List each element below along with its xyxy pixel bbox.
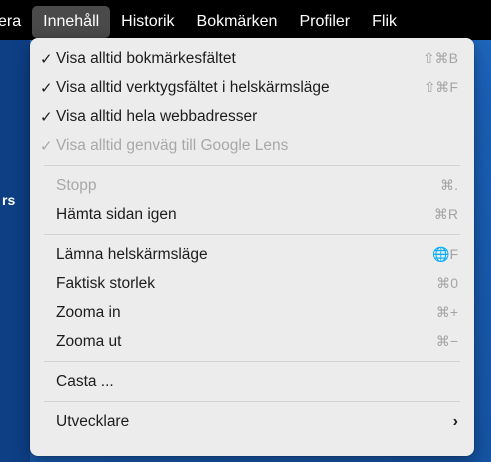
menu-item-cast[interactable]: Casta ... [30, 367, 474, 396]
menubar-item-bokmarken[interactable]: Bokmärken [186, 6, 289, 38]
menubar-item-historik[interactable]: Historik [110, 6, 185, 38]
menubar-item-partial[interactable]: era [0, 6, 32, 38]
shortcut-label: ⌘R [433, 206, 458, 222]
menu-item-zoom-in[interactable]: Zooma in ⌘+ [30, 298, 474, 327]
menu-item-developer[interactable]: Utvecklare › [30, 407, 474, 436]
shortcut-label: ⌘+ [435, 304, 458, 320]
menu-item-label: Visa alltid verktygsfältet i helskärmslä… [56, 78, 330, 96]
menu-item-label: Stopp [56, 176, 97, 194]
menu-item-label: Visa alltid bokmärkesfältet [56, 49, 236, 67]
menubar-item-profiler[interactable]: Profiler [288, 6, 361, 38]
menu-item-show-bookmarks-bar[interactable]: ✓ Visa alltid bokmärkesfältet ⇧⌘B [30, 44, 474, 73]
chevron-right-icon: › [452, 412, 458, 430]
shortcut-label: ⌘− [435, 333, 458, 349]
checkmark-icon: ✓ [40, 108, 53, 126]
shortcut-label: ⌘. [440, 177, 458, 193]
checkmark-icon: ✓ [40, 137, 53, 155]
backdrop-peek-text: rs [2, 192, 16, 208]
menu-item-show-toolbar-fullscreen[interactable]: ✓ Visa alltid verktygsfältet i helskärms… [30, 73, 474, 102]
menu-item-label: Visa alltid genväg till Google Lens [56, 136, 289, 154]
menu-item-label: Visa alltid hela webbadresser [56, 107, 258, 125]
menu-item-zoom-out[interactable]: Zooma ut ⌘− [30, 327, 474, 356]
menu-separator [44, 401, 460, 402]
menu-separator [44, 361, 460, 362]
menu-item-actual-size[interactable]: Faktisk storlek ⌘0 [30, 269, 474, 298]
menu-item-label: Zooma ut [56, 332, 122, 350]
shortcut-label: 🌐F [432, 246, 458, 262]
shortcut-label: ⇧⌘B [422, 50, 458, 66]
menu-item-label: Utvecklare [56, 412, 130, 430]
menu-separator [44, 165, 460, 166]
view-dropdown-menu: ✓ Visa alltid bokmärkesfältet ⇧⌘B ✓ Visa… [30, 38, 474, 456]
menu-item-show-google-lens: ✓ Visa alltid genväg till Google Lens [30, 131, 474, 160]
menu-item-exit-fullscreen[interactable]: Lämna helskärmsläge 🌐F [30, 240, 474, 269]
menu-item-stop: Stopp ⌘. [30, 171, 474, 200]
menu-bar: era Innehåll Historik Bokmärken Profiler… [0, 4, 491, 40]
menu-item-show-full-urls[interactable]: ✓ Visa alltid hela webbadresser [30, 102, 474, 131]
menu-item-label: Faktisk storlek [56, 274, 156, 292]
checkmark-icon: ✓ [40, 50, 53, 68]
menu-item-label: Zooma in [56, 303, 121, 321]
checkmark-icon: ✓ [40, 79, 53, 97]
menu-separator [44, 234, 460, 235]
shortcut-label: ⇧⌘F [423, 79, 458, 95]
menu-item-label: Hämta sidan igen [56, 205, 177, 223]
menu-item-label: Lämna helskärmsläge [56, 245, 208, 263]
menubar-item-innehall[interactable]: Innehåll [32, 6, 111, 38]
menu-item-reload[interactable]: Hämta sidan igen ⌘R [30, 200, 474, 229]
menubar-item-flik[interactable]: Flik [361, 6, 408, 38]
backdrop-stripe [0, 40, 30, 462]
menu-item-label: Casta ... [56, 372, 114, 390]
shortcut-label: ⌘0 [436, 275, 458, 291]
